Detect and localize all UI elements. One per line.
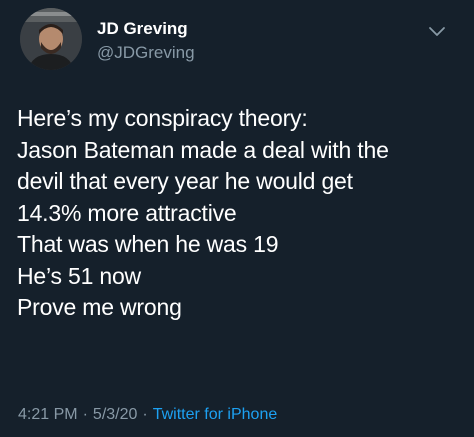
tweet-text-line: devil that every year he would get xyxy=(17,168,353,194)
tweet-text-line: That was when he was 19 xyxy=(17,231,279,257)
author-display-name[interactable]: JD Greving xyxy=(97,19,188,39)
tweet-text: Here’s my conspiracy theory: Jason Batem… xyxy=(17,103,467,324)
tweet-text-line: Here’s my conspiracy theory: xyxy=(17,105,308,131)
tweet-text-line: 14.3% more attractive xyxy=(17,199,237,226)
tweet-time[interactable]: 4:21 PM xyxy=(18,406,78,423)
tweet-date[interactable]: 5/3/20 xyxy=(93,406,137,423)
tweet-source-link[interactable]: Twitter for iPhone xyxy=(153,406,278,423)
tweet-metadata: 4:21 PM · 5/3/20 · Twitter for iPhone xyxy=(18,405,277,425)
author-handle[interactable]: @JDGreving xyxy=(97,43,195,63)
profile-photo-icon xyxy=(20,8,82,70)
tweet-text-line: He’s 51 now xyxy=(17,262,141,289)
meta-separator: · xyxy=(142,406,148,423)
tweet-text-line: Prove me wrong xyxy=(17,294,182,320)
chevron-down-icon[interactable] xyxy=(428,26,446,38)
tweet-text-line: Jason Bateman made a deal with the xyxy=(17,136,389,163)
avatar[interactable] xyxy=(20,8,82,70)
meta-separator: · xyxy=(82,406,88,423)
tweet: JD Greving @JDGreving Here’s my conspira… xyxy=(0,0,474,437)
